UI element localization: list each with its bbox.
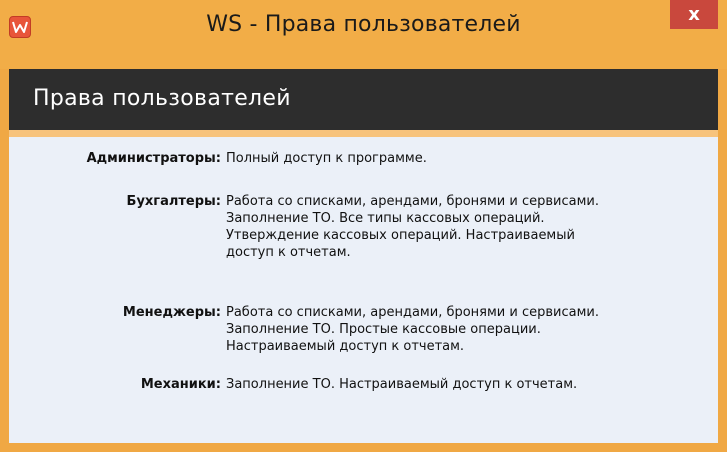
description-line: Работа со списками, арендами, бронями и … <box>226 305 599 320</box>
role-description: Работа со списками, арендами, бронями и … <box>226 193 706 261</box>
page-title: Права пользователей <box>33 86 291 111</box>
title-bar[interactable]: WS - Права пользователей x <box>0 0 727 69</box>
description-line: Работа со списками, арендами, бронями и … <box>226 194 599 209</box>
role-description: Работа со списками, арендами, бронями и … <box>226 304 706 355</box>
role-label: Механики: <box>140 377 221 392</box>
description-line: доступ к отчетам. <box>226 245 351 260</box>
description-line: Утверждение кассовых операций. Настраива… <box>226 228 575 243</box>
role-label: Менеджеры: <box>122 305 221 320</box>
window-title: WS - Права пользователей <box>206 12 521 37</box>
close-button[interactable]: x <box>670 0 718 29</box>
header-divider <box>9 130 718 137</box>
role-label: Администраторы: <box>86 151 221 166</box>
role-description: Заполнение ТО. Настраиваемый доступ к от… <box>226 376 706 393</box>
dialog-window: WS - Права пользователей x Права пользов… <box>0 0 727 452</box>
role-label: Бухгалтеры: <box>126 194 221 209</box>
dialog-content: Права пользователей Администраторы: Полн… <box>9 69 718 443</box>
header-banner: Права пользователей <box>9 69 718 130</box>
description-line: Настраиваемый доступ к отчетам. <box>226 339 465 354</box>
close-icon: x <box>688 3 700 25</box>
role-description: Полный доступ к программе. <box>226 150 706 167</box>
description-line: Заполнение ТО. Все типы кассовых операци… <box>226 211 545 226</box>
description-line: Заполнение ТО. Настраиваемый доступ к от… <box>226 377 578 392</box>
description-line: Заполнение ТО. Простые кассовые операции… <box>226 322 541 337</box>
description-line: Полный доступ к программе. <box>226 151 427 166</box>
